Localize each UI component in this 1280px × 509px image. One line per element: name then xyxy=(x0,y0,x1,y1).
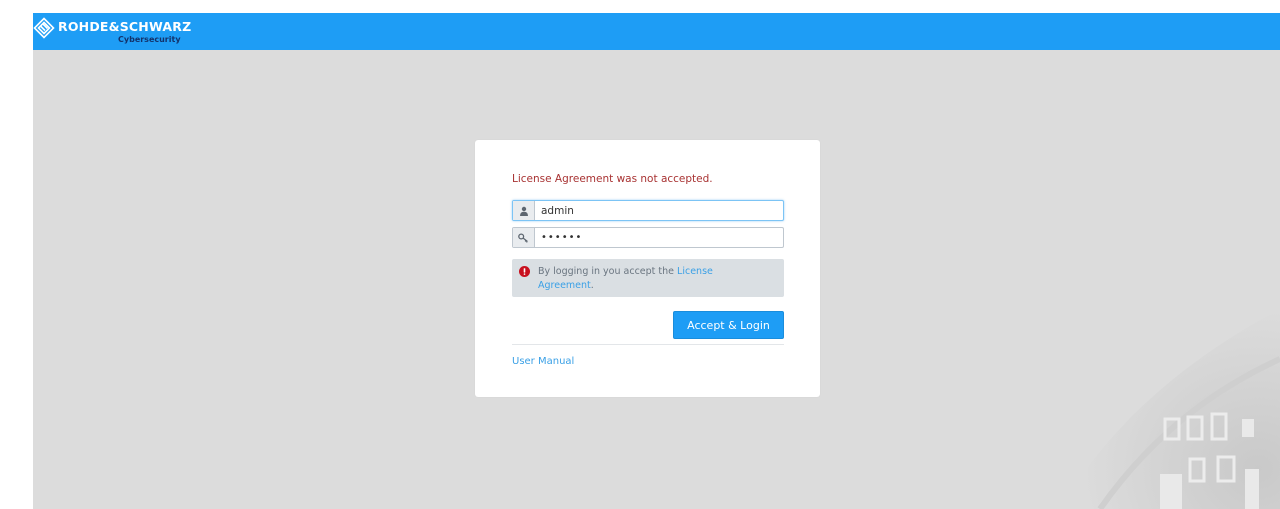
error-message: License Agreement was not accepted. xyxy=(512,173,713,185)
user-icon xyxy=(513,201,535,220)
license-notice: By logging in you accept the License Agr… xyxy=(512,259,784,297)
password-field xyxy=(512,227,784,248)
key-icon xyxy=(513,228,535,247)
brand-subtitle: Cybersecurity xyxy=(118,35,181,44)
user-manual-link[interactable]: User Manual xyxy=(512,356,574,367)
login-card: License Agreement was not accepted. admi… xyxy=(475,140,820,397)
accept-login-button[interactable]: Accept & Login xyxy=(673,311,784,339)
brand-name: ROHDE&SCHWARZ xyxy=(58,19,192,34)
top-bar: ROHDE&SCHWARZ Cybersecurity xyxy=(33,13,1280,50)
notice-text: By logging in you accept the License Agr… xyxy=(538,265,768,293)
notice-text-suffix: . xyxy=(590,280,594,291)
exclamation-circle-icon xyxy=(519,266,530,277)
background-decoration xyxy=(1060,309,1280,509)
notice-text-prefix: By logging in you accept the xyxy=(538,266,678,277)
page-background: ROHDE&SCHWARZ Cybersecurity License Agre… xyxy=(33,13,1280,509)
username-input[interactable] xyxy=(535,201,783,220)
password-input[interactable] xyxy=(535,228,783,247)
divider xyxy=(512,344,784,345)
rohde-schwarz-diamond-logo-icon xyxy=(33,17,55,39)
username-field xyxy=(512,200,784,221)
